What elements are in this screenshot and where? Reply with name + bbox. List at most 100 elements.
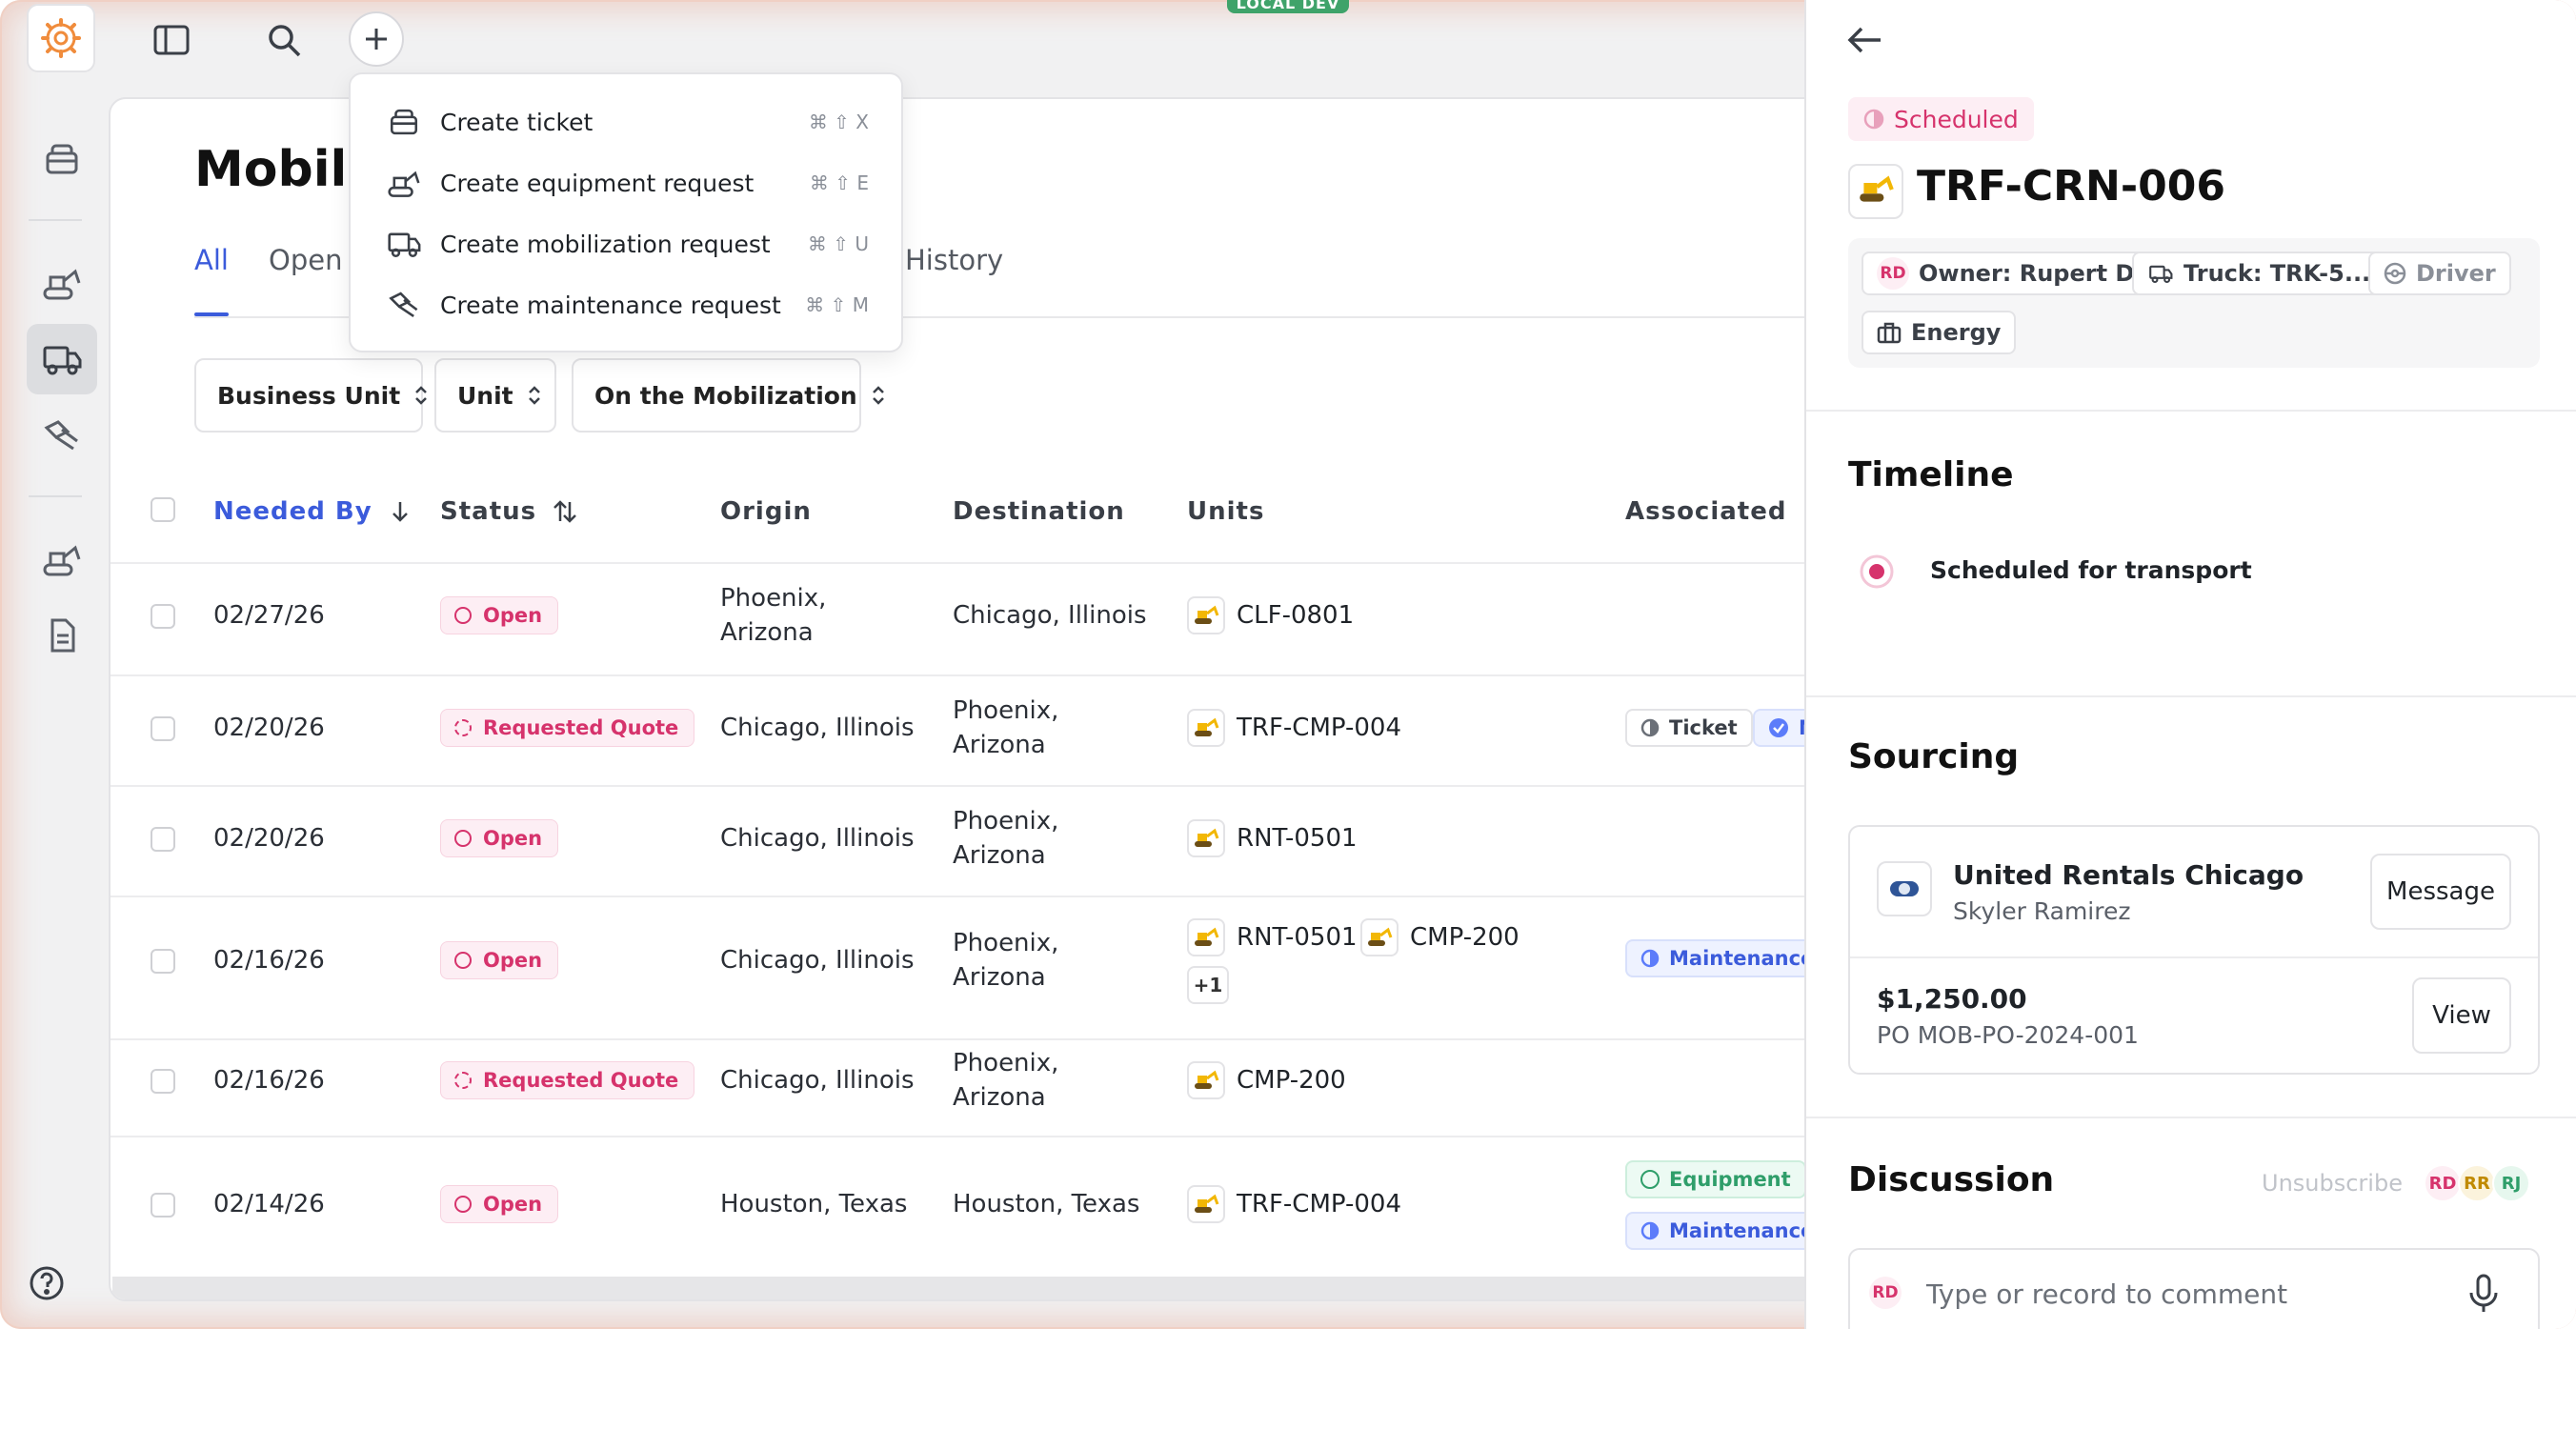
associated-equipment-chip[interactable]: Equipment: [1625, 1160, 1806, 1198]
record-button[interactable]: [2467, 1273, 2500, 1315]
origin-cell: Houston, Texas: [720, 1190, 908, 1218]
asset-title: TRF-CRN-006: [1917, 162, 2225, 211]
excavator-thumbnail-icon: [1856, 173, 1896, 210]
help-button[interactable]: [11, 1248, 82, 1318]
more-units-chip[interactable]: +1: [1187, 966, 1229, 1004]
create-button[interactable]: [349, 11, 404, 67]
filter-unit[interactable]: Unit: [434, 358, 556, 433]
gear-logo-icon: [41, 18, 81, 58]
unit-chip[interactable]: RNT-0501: [1187, 819, 1358, 857]
half-circle-icon: [1640, 949, 1660, 968]
excavator-thumbnail-icon: [1187, 819, 1225, 857]
rail-documents-button[interactable]: [27, 600, 97, 671]
rail-tickets-button[interactable]: [27, 124, 97, 194]
row-checkbox[interactable]: [151, 1069, 175, 1094]
comment-box[interactable]: RD Type or record to comment: [1848, 1248, 2540, 1329]
tab-open[interactable]: Open: [269, 244, 342, 276]
status-badge: Open: [440, 596, 559, 634]
row-checkbox[interactable]: [151, 1193, 175, 1218]
column-needed-by[interactable]: Needed By: [213, 497, 411, 526]
driver-chip[interactable]: Driver: [2368, 252, 2511, 295]
header-divider: [111, 562, 1825, 564]
filter-on-the-mobilization[interactable]: On the Mobilization: [572, 358, 884, 433]
open-status-icon: [454, 830, 472, 847]
column-associated[interactable]: Associated: [1625, 497, 1786, 526]
business-unit-chip[interactable]: Energy: [1862, 311, 2017, 354]
row-checkbox[interactable]: [151, 716, 175, 741]
rail-divider: [29, 219, 82, 221]
shortcut-hint: ⌘ ⇧ M: [805, 293, 869, 316]
menu-item-create-ticket[interactable]: Create ticket ⌘ ⇧ X: [351, 91, 901, 152]
vendor-logo: [1877, 861, 1932, 916]
back-button[interactable]: [1844, 21, 1886, 59]
purchase-order-number: PO MOB-PO-2024-001: [1877, 1021, 2139, 1049]
toggle-sidebar-button[interactable]: [143, 11, 200, 69]
row-checkbox[interactable]: [151, 949, 175, 974]
status-badge: Scheduled: [1848, 97, 2034, 141]
excavator-thumbnail-icon: [1360, 918, 1399, 956]
participant-avatar[interactable]: RJ: [2492, 1164, 2530, 1202]
horizontal-scrollbar[interactable]: [112, 1277, 1823, 1299]
associated-maintenance-chip[interactable]: Maintenance: [1625, 1212, 1825, 1250]
unit-chip[interactable]: CLF-0801: [1187, 596, 1354, 634]
row-divider: [111, 896, 1825, 897]
filter-business-unit[interactable]: Business Unit: [194, 358, 428, 433]
filter-label: On the Mobilization: [594, 381, 857, 410]
column-units[interactable]: Units: [1187, 497, 1264, 526]
search-button[interactable]: [255, 11, 312, 69]
menu-item-create-equipment-request[interactable]: Create equipment request ⌘ ⇧ E: [351, 152, 901, 213]
column-status[interactable]: Status: [440, 497, 578, 526]
destination-cell-line2: Arizona: [953, 731, 1046, 759]
associated-ticket-chip[interactable]: Ticket: [1625, 709, 1753, 747]
associated-maintenance-chip[interactable]: Maintenance: [1625, 939, 1825, 977]
select-all-checkbox[interactable]: [151, 497, 175, 522]
destination-cell-line2: Arizona: [953, 963, 1046, 992]
participant-avatar[interactable]: RD: [2424, 1164, 2462, 1202]
excavator-thumbnail-icon: [1187, 918, 1225, 956]
rail-maintenance-button[interactable]: [27, 400, 97, 471]
steering-wheel-icon: [2384, 262, 2406, 285]
excavator-thumbnail-icon: [1187, 709, 1225, 747]
open-status-icon: [454, 607, 472, 624]
truck-chip[interactable]: Truck: TRK-5...: [2132, 252, 2386, 295]
unit-chip[interactable]: CMP-200: [1187, 1061, 1346, 1099]
app-logo[interactable]: [27, 4, 95, 72]
origin-cell: Chicago, Illinois: [720, 824, 915, 853]
needed-by-cell: 02/27/26: [213, 601, 325, 630]
row-checkbox[interactable]: [151, 604, 175, 629]
message-button[interactable]: Message: [2370, 854, 2511, 930]
excavator-thumbnail-icon: [1187, 1061, 1225, 1099]
needed-by-cell: 02/16/26: [213, 1066, 325, 1095]
rail-mobilizations-button[interactable]: [27, 324, 97, 394]
destination-cell: Phoenix,: [953, 696, 1059, 725]
owner-chip[interactable]: RD Owner: Rupert D.: [1862, 252, 2159, 295]
row-checkbox[interactable]: [151, 827, 175, 852]
column-origin[interactable]: Origin: [720, 497, 812, 526]
row-divider: [111, 674, 1825, 676]
plus-icon: [362, 25, 391, 53]
view-button[interactable]: View: [2412, 977, 2511, 1054]
needed-by-cell: 02/20/26: [213, 714, 325, 742]
help-icon: [28, 1264, 66, 1302]
rail-fleet-button[interactable]: [27, 524, 97, 594]
detail-panel: Scheduled TRF-CRN-006 RD Owner: Rupert D.…: [1804, 0, 2576, 1329]
unsubscribe-link[interactable]: Unsubscribe: [2262, 1170, 2403, 1197]
unit-chip[interactable]: RNT-0501: [1187, 918, 1358, 956]
unit-chip[interactable]: TRF-CMP-004: [1187, 1185, 1401, 1223]
participant-avatar[interactable]: RR: [2458, 1164, 2496, 1202]
comment-input[interactable]: Type or record to comment: [1926, 1278, 2287, 1310]
status-badge: Requested Quote: [440, 1061, 695, 1099]
menu-item-create-maintenance-request[interactable]: Create maintenance request ⌘ ⇧ M: [351, 274, 901, 335]
chevron-updown-icon: [527, 384, 542, 407]
unit-chip[interactable]: CMP-200: [1360, 918, 1519, 956]
origin-cell-line2: Arizona: [720, 618, 814, 647]
unit-chip[interactable]: TRF-CMP-004: [1187, 709, 1401, 747]
tab-history[interactable]: History: [905, 244, 1003, 276]
rail-equipment-button[interactable]: [27, 248, 97, 318]
origin-cell: Phoenix,: [720, 584, 827, 613]
tab-all[interactable]: All: [194, 244, 229, 276]
column-destination[interactable]: Destination: [953, 497, 1125, 526]
commenter-avatar: RD: [1869, 1277, 1902, 1309]
vendor-contact: Skyler Ramirez: [1953, 897, 2131, 925]
menu-item-create-mobilization-request[interactable]: Create mobilization request ⌘ ⇧ U: [351, 213, 901, 274]
